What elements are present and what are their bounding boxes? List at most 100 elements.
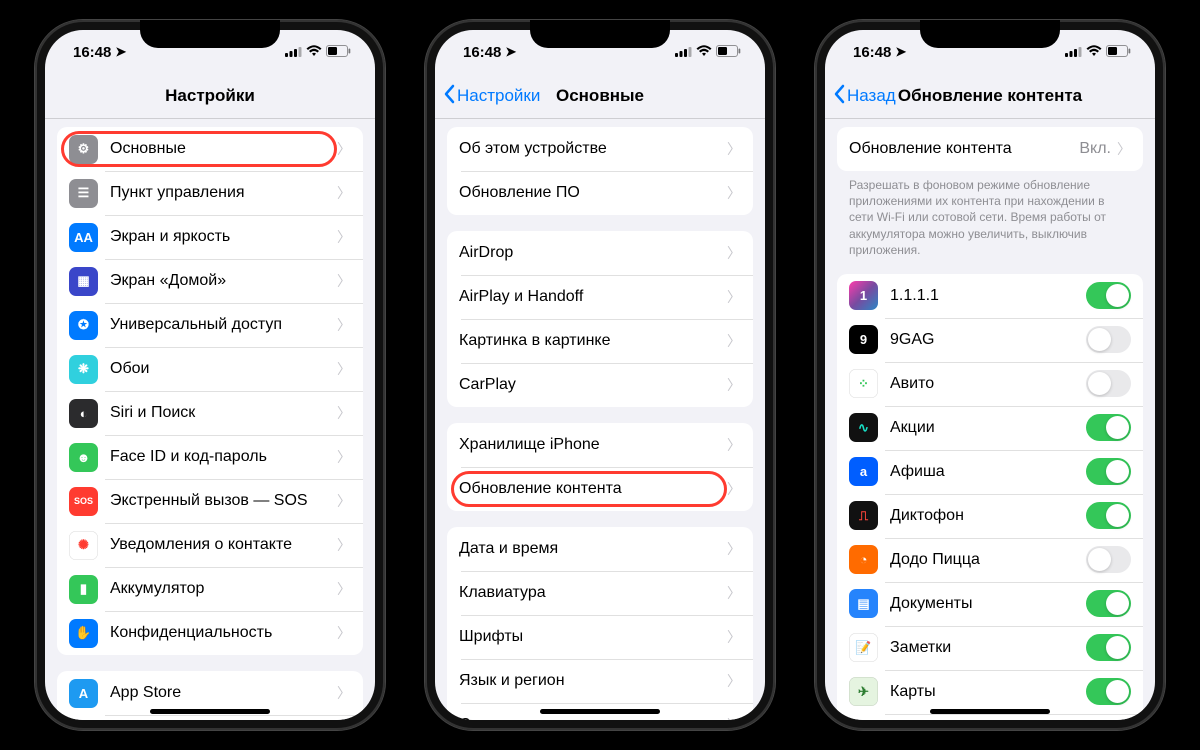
row-label: Экстренный вызов — SOS (110, 492, 337, 510)
general-row-about[interactable]: Об этом устройстве〉 (447, 127, 753, 171)
toggle-afisha[interactable] (1086, 458, 1131, 485)
chevron-right-icon: 〉 (337, 139, 351, 159)
app-row-1111: 11.1.1.1 (837, 274, 1143, 318)
general-row-keyboard[interactable]: Клавиатура〉 (447, 571, 753, 615)
home-indicator[interactable] (150, 709, 270, 714)
toggle-avito[interactable] (1086, 370, 1131, 397)
stocks-icon: ∿ (849, 413, 878, 442)
app-row-voice: ⎍Диктофон (837, 494, 1143, 538)
chevron-right-icon: 〉 (337, 491, 351, 511)
chevron-right-icon: 〉 (727, 435, 741, 455)
chevron-right-icon: 〉 (727, 243, 741, 263)
toggle-stocks[interactable] (1086, 414, 1131, 441)
row-label: Язык и регион (459, 672, 727, 690)
general-row-pip[interactable]: Картинка в картинке〉 (447, 319, 753, 363)
row-label: Клавиатура (459, 584, 727, 602)
row-label: AirDrop (459, 244, 727, 262)
settings-row-wallpaper[interactable]: ❋Обои〉 (57, 347, 363, 391)
general-row-background-refresh[interactable]: Обновление контента〉 (447, 467, 753, 511)
chevron-right-icon: 〉 (337, 359, 351, 379)
app-label: Документы (890, 595, 1086, 613)
general-row-storage[interactable]: Хранилище iPhone〉 (447, 423, 753, 467)
nav-bar-1: Настройки (45, 74, 375, 119)
settings-row-general[interactable]: ⚙︎Основные〉 (57, 127, 363, 171)
settings-row-display[interactable]: AAЭкран и яркость〉 (57, 215, 363, 259)
screen-3: 16:48 ➤ Назад Обновление контента Обновл… (825, 30, 1155, 720)
app-row-dodo: ◔Додо Пицца (837, 538, 1143, 582)
settings-row-home[interactable]: ▦Экран «Домой»〉 (57, 259, 363, 303)
screen-2: 16:48 ➤ Настройки Основные Об этом устро… (435, 30, 765, 720)
sos-icon: SOS (69, 487, 98, 516)
app-label: Карты (890, 683, 1086, 701)
battery-icon: ▮ (69, 575, 98, 604)
toggle-1111[interactable] (1086, 282, 1131, 309)
settings-row-exposure[interactable]: ✺Уведомления о контакте〉 (57, 523, 363, 567)
chevron-right-icon: 〉 (337, 579, 351, 599)
row-label: Face ID и код-пароль (110, 448, 337, 466)
settings-list[interactable]: ⚙︎Основные〉☰Пункт управления〉AAЭкран и я… (45, 119, 375, 720)
toggle-dodo[interactable] (1086, 546, 1131, 573)
accessibility-icon: ✪ (69, 311, 98, 340)
toggle-notes[interactable] (1086, 634, 1131, 661)
general-row-datetime[interactable]: Дата и время〉 (447, 527, 753, 571)
exposure-icon: ✺ (69, 531, 98, 560)
settings-row-siri[interactable]: ◐Siri и Поиск〉 (57, 391, 363, 435)
background-refresh-list[interactable]: Обновление контента Вкл. 〉 Разрешать в ф… (825, 119, 1155, 720)
row-label: AirPlay и Handoff (459, 288, 727, 306)
signal-icon (1065, 44, 1082, 61)
app-row-books: 📖Книги (837, 714, 1143, 720)
home-indicator[interactable] (930, 709, 1050, 714)
chevron-right-icon: 〉 (337, 271, 351, 291)
master-toggle-row[interactable]: Обновление контента Вкл. 〉 (837, 127, 1143, 171)
docs-icon: ▤ (849, 589, 878, 618)
general-row-fonts[interactable]: Шрифты〉 (447, 615, 753, 659)
app-row-afisha: aАфиша (837, 450, 1143, 494)
toggle-docs[interactable] (1086, 590, 1131, 617)
row-label: App Store (110, 684, 337, 702)
back-label: Настройки (457, 86, 540, 106)
row-label: Картинка в картинке (459, 332, 727, 350)
wallpaper-icon: ❋ (69, 355, 98, 384)
privacy-icon: ✋ (69, 619, 98, 648)
general-row-airplay[interactable]: AirPlay и Handoff〉 (447, 275, 753, 319)
chevron-right-icon: 〉 (727, 331, 741, 351)
settings-row-control-center[interactable]: ☰Пункт управления〉 (57, 171, 363, 215)
signal-icon (285, 44, 302, 61)
general-row-software-update[interactable]: Обновление ПО〉 (447, 171, 753, 215)
appstore-icon: A (69, 679, 98, 708)
settings-row-accessibility[interactable]: ✪Универсальный доступ〉 (57, 303, 363, 347)
row-label: Хранилище iPhone (459, 436, 727, 454)
settings-row-wallet[interactable]: ▭Wallet и Apple Pay〉 (57, 715, 363, 720)
back-button[interactable]: Назад (833, 84, 896, 109)
app-label: Акции (890, 419, 1086, 437)
toggle-voice[interactable] (1086, 502, 1131, 529)
app-row-stocks: ∿ Акции (837, 406, 1143, 450)
notch (140, 20, 280, 48)
app-label: 1.1.1.1 (890, 287, 1086, 305)
nav-bar-3: Назад Обновление контента (825, 74, 1155, 119)
chevron-right-icon: 〉 (727, 671, 741, 691)
home-indicator[interactable] (540, 709, 660, 714)
toggle-maps[interactable] (1086, 678, 1131, 705)
row-label: Шрифты (459, 628, 727, 646)
page-title: Настройки (165, 86, 255, 106)
toggle-9gag[interactable] (1086, 326, 1131, 353)
general-list[interactable]: Об этом устройстве〉Обновление ПО〉 AirDrop… (435, 119, 765, 720)
chevron-right-icon: 〉 (727, 583, 741, 603)
chevron-right-icon: 〉 (337, 683, 351, 703)
settings-row-privacy[interactable]: ✋Конфиденциальность〉 (57, 611, 363, 655)
app-label: Авито (890, 375, 1086, 393)
battery-icon (716, 44, 741, 61)
back-button[interactable]: Настройки (443, 84, 540, 109)
chevron-right-icon: 〉 (727, 715, 741, 720)
settings-row-battery[interactable]: ▮Аккумулятор〉 (57, 567, 363, 611)
chevron-right-icon: 〉 (337, 535, 351, 555)
chevron-right-icon: 〉 (337, 227, 351, 247)
settings-row-sos[interactable]: SOS Экстренный вызов — SOS〉 (57, 479, 363, 523)
row-label: Обновление контента (459, 480, 727, 498)
general-row-carplay[interactable]: CarPlay〉 (447, 363, 753, 407)
general-row-airdrop[interactable]: AirDrop〉 (447, 231, 753, 275)
general-row-language[interactable]: Язык и регион〉 (447, 659, 753, 703)
control-center-icon: ☰ (69, 179, 98, 208)
settings-row-faceid[interactable]: ☻Face ID и код-пароль〉 (57, 435, 363, 479)
